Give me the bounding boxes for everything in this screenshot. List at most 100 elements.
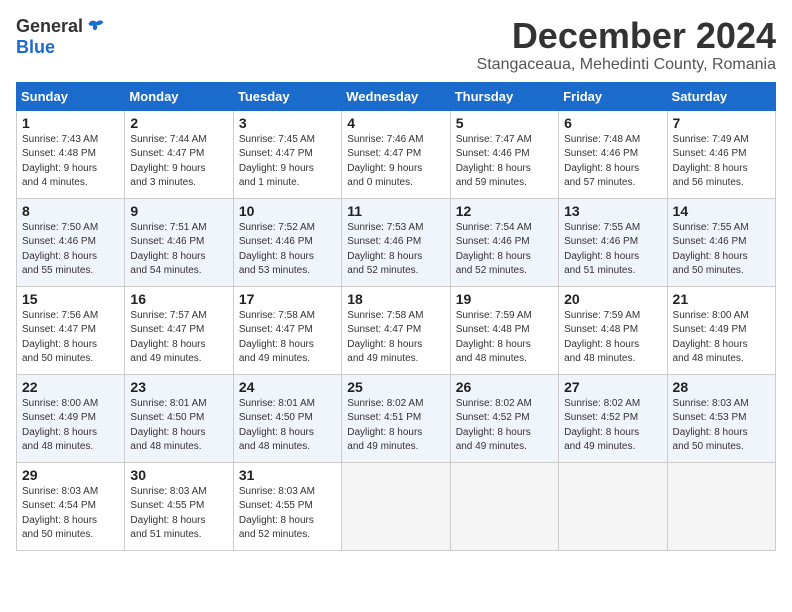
day-number: 20 [564,291,661,307]
column-header-thursday: Thursday [450,82,558,110]
day-info: Sunrise: 7:51 AM Sunset: 4:46 PM Dayligh… [130,221,227,279]
calendar-cell: 13 Sunrise: 7:55 AM Sunset: 4:46 PM Dayli… [559,198,667,286]
calendar-cell: 20 Sunrise: 7:59 AM Sunset: 4:48 PM Dayli… [559,286,667,374]
calendar-cell [667,462,775,550]
calendar-header-row: SundayMondayTuesdayWednesdayThursdayFrid… [17,82,776,110]
day-info: Sunrise: 7:50 AM Sunset: 4:46 PM Dayligh… [22,221,119,279]
day-number: 2 [130,115,227,131]
calendar-cell: 31 Sunrise: 8:03 AM Sunset: 4:55 PM Dayli… [233,462,341,550]
day-info: Sunrise: 7:59 AM Sunset: 4:48 PM Dayligh… [456,309,553,367]
calendar-cell: 12 Sunrise: 7:54 AM Sunset: 4:46 PM Dayli… [450,198,558,286]
month-title: December 2024 [477,16,776,56]
day-info: Sunrise: 8:03 AM Sunset: 4:55 PM Dayligh… [130,485,227,543]
calendar-cell: 23 Sunrise: 8:01 AM Sunset: 4:50 PM Dayli… [125,374,233,462]
day-info: Sunrise: 8:03 AM Sunset: 4:55 PM Dayligh… [239,485,336,543]
day-number: 6 [564,115,661,131]
day-number: 30 [130,467,227,483]
day-number: 22 [22,379,119,395]
day-number: 27 [564,379,661,395]
day-info: Sunrise: 8:03 AM Sunset: 4:53 PM Dayligh… [673,397,770,455]
day-info: Sunrise: 7:52 AM Sunset: 4:46 PM Dayligh… [239,221,336,279]
day-number: 9 [130,203,227,219]
logo: General Blue [16,16,105,58]
day-number: 15 [22,291,119,307]
day-info: Sunrise: 8:02 AM Sunset: 4:51 PM Dayligh… [347,397,444,455]
day-number: 16 [130,291,227,307]
column-header-tuesday: Tuesday [233,82,341,110]
calendar-cell: 22 Sunrise: 8:00 AM Sunset: 4:49 PM Dayli… [17,374,125,462]
calendar-cell: 29Sunrise: 8:03 AM Sunset: 4:54 PM Dayli… [17,462,125,550]
calendar-cell [450,462,558,550]
day-info: Sunrise: 8:00 AM Sunset: 4:49 PM Dayligh… [22,397,119,455]
calendar-cell: 26Sunrise: 8:02 AM Sunset: 4:52 PM Dayli… [450,374,558,462]
day-info: Sunrise: 7:56 AM Sunset: 4:47 PM Dayligh… [22,309,119,367]
calendar-week-row: 1 Sunrise: 7:43 AM Sunset: 4:48 PM Daylig… [17,110,776,198]
location-title: Stangaceaua, Mehedinti County, Romania [477,56,776,74]
calendar-week-row: 15 Sunrise: 7:56 AM Sunset: 4:47 PM Dayli… [17,286,776,374]
day-number: 11 [347,203,444,219]
day-info: Sunrise: 7:57 AM Sunset: 4:47 PM Dayligh… [130,309,227,367]
title-area: December 2024 Stangaceaua, Mehedinti Cou… [477,16,776,74]
calendar-cell [342,462,450,550]
day-info: Sunrise: 7:53 AM Sunset: 4:46 PM Dayligh… [347,221,444,279]
day-number: 31 [239,467,336,483]
column-header-wednesday: Wednesday [342,82,450,110]
calendar-cell: 4Sunrise: 7:46 AM Sunset: 4:47 PM Daylig… [342,110,450,198]
calendar-cell: 17 Sunrise: 7:58 AM Sunset: 4:47 PM Dayli… [233,286,341,374]
calendar-week-row: 8 Sunrise: 7:50 AM Sunset: 4:46 PM Daylig… [17,198,776,286]
day-info: Sunrise: 7:59 AM Sunset: 4:48 PM Dayligh… [564,309,661,367]
day-info: Sunrise: 7:55 AM Sunset: 4:46 PM Dayligh… [673,221,770,279]
day-number: 23 [130,379,227,395]
calendar-cell: 28Sunrise: 8:03 AM Sunset: 4:53 PM Dayli… [667,374,775,462]
day-info: Sunrise: 8:02 AM Sunset: 4:52 PM Dayligh… [564,397,661,455]
day-number: 12 [456,203,553,219]
calendar-cell: 5Sunrise: 7:47 AM Sunset: 4:46 PM Daylig… [450,110,558,198]
day-info: Sunrise: 8:01 AM Sunset: 4:50 PM Dayligh… [130,397,227,455]
day-info: Sunrise: 7:43 AM Sunset: 4:48 PM Dayligh… [22,133,119,191]
header: General Blue December 2024 Stangaceaua, … [16,16,776,74]
day-number: 18 [347,291,444,307]
day-info: Sunrise: 7:49 AM Sunset: 4:46 PM Dayligh… [673,133,770,191]
day-number: 21 [673,291,770,307]
calendar-cell: 2 Sunrise: 7:44 AM Sunset: 4:47 PM Daylig… [125,110,233,198]
calendar-cell: 3Sunrise: 7:45 AM Sunset: 4:47 PM Daylig… [233,110,341,198]
calendar-cell: 24 Sunrise: 8:01 AM Sunset: 4:50 PM Dayli… [233,374,341,462]
day-info: Sunrise: 7:55 AM Sunset: 4:46 PM Dayligh… [564,221,661,279]
calendar-cell: 14 Sunrise: 7:55 AM Sunset: 4:46 PM Dayli… [667,198,775,286]
day-info: Sunrise: 8:01 AM Sunset: 4:50 PM Dayligh… [239,397,336,455]
calendar-cell: 16 Sunrise: 7:57 AM Sunset: 4:47 PM Dayli… [125,286,233,374]
day-number: 8 [22,203,119,219]
calendar-cell: 7Sunrise: 7:49 AM Sunset: 4:46 PM Daylig… [667,110,775,198]
day-info: Sunrise: 7:44 AM Sunset: 4:47 PM Dayligh… [130,133,227,191]
logo-general: General [16,16,83,37]
day-number: 26 [456,379,553,395]
day-info: Sunrise: 7:54 AM Sunset: 4:46 PM Dayligh… [456,221,553,279]
calendar-cell: 21 Sunrise: 8:00 AM Sunset: 4:49 PM Dayli… [667,286,775,374]
calendar-cell: 1 Sunrise: 7:43 AM Sunset: 4:48 PM Daylig… [17,110,125,198]
day-number: 24 [239,379,336,395]
day-info: Sunrise: 7:58 AM Sunset: 4:47 PM Dayligh… [239,309,336,367]
calendar-cell: 15 Sunrise: 7:56 AM Sunset: 4:47 PM Dayli… [17,286,125,374]
calendar-cell: 27 Sunrise: 8:02 AM Sunset: 4:52 PM Dayli… [559,374,667,462]
day-info: Sunrise: 8:00 AM Sunset: 4:49 PM Dayligh… [673,309,770,367]
calendar-cell: 19 Sunrise: 7:59 AM Sunset: 4:48 PM Dayli… [450,286,558,374]
day-number: 17 [239,291,336,307]
column-header-friday: Friday [559,82,667,110]
column-header-monday: Monday [125,82,233,110]
day-number: 25 [347,379,444,395]
day-number: 14 [673,203,770,219]
day-number: 10 [239,203,336,219]
calendar-table: SundayMondayTuesdayWednesdayThursdayFrid… [16,82,776,551]
day-info: Sunrise: 7:48 AM Sunset: 4:46 PM Dayligh… [564,133,661,191]
day-info: Sunrise: 7:45 AM Sunset: 4:47 PM Dayligh… [239,133,336,191]
day-info: Sunrise: 7:47 AM Sunset: 4:46 PM Dayligh… [456,133,553,191]
day-number: 13 [564,203,661,219]
logo-blue: Blue [16,37,55,58]
day-number: 1 [22,115,119,131]
calendar-cell: 8 Sunrise: 7:50 AM Sunset: 4:46 PM Daylig… [17,198,125,286]
logo-bird-icon [85,17,105,37]
calendar-cell: 11 Sunrise: 7:53 AM Sunset: 4:46 PM Dayli… [342,198,450,286]
day-number: 19 [456,291,553,307]
calendar-cell: 25 Sunrise: 8:02 AM Sunset: 4:51 PM Dayli… [342,374,450,462]
calendar-cell: 18Sunrise: 7:58 AM Sunset: 4:47 PM Dayli… [342,286,450,374]
